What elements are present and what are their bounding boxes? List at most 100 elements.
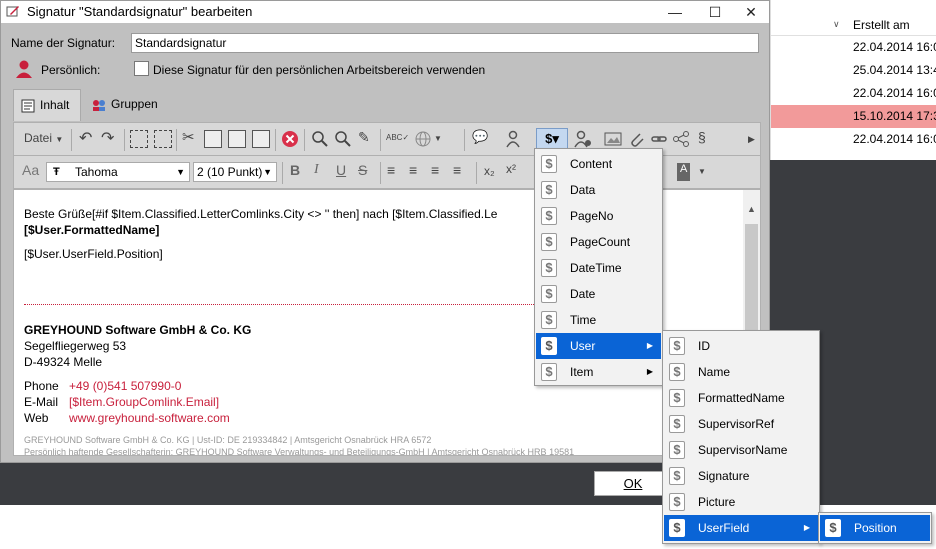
menu-item-time[interactable]: $ Time [536, 307, 661, 333]
chevron-down-icon: ▼ [176, 167, 185, 177]
menu-item-content[interactable]: $ Content [536, 151, 661, 177]
image-icon[interactable] [604, 130, 622, 148]
align-right-icon[interactable]: ≡ [431, 162, 439, 180]
undo-icon[interactable]: ↶ [79, 128, 92, 147]
link-icon[interactable] [650, 130, 668, 148]
menu-item-label: SupervisorRef [698, 417, 775, 431]
column-created[interactable]: Erstellt am [853, 18, 910, 32]
language-globe-icon[interactable] [414, 130, 432, 148]
personal-checkbox-label[interactable]: Diese Signatur für den persönlichen Arbe… [153, 63, 485, 77]
list-row[interactable]: 22.04.2014 16:04 [771, 36, 936, 59]
list-row-highlighted[interactable]: 15.10.2014 17:37 [771, 105, 936, 128]
maximize-button[interactable]: ☐ [695, 1, 735, 23]
person-icon[interactable] [504, 130, 522, 148]
file-menu[interactable]: Datei ▼ [24, 131, 63, 149]
font-size-icon[interactable]: Aa [22, 162, 39, 180]
paragraph-icon[interactable]: § [698, 129, 706, 147]
select-all-icon[interactable] [130, 130, 148, 148]
tab-inhalt[interactable]: Inhalt [13, 89, 81, 121]
align-center-icon[interactable]: ≡ [409, 162, 417, 180]
company-street: Segelfliegerweg 53 [24, 339, 127, 353]
menu-item-user[interactable]: $ User ▶ [536, 333, 661, 359]
menu-item-id[interactable]: $ ID [664, 333, 818, 359]
menu-item-label: PageCount [570, 235, 631, 249]
menu-item-label: Item [570, 365, 594, 379]
dollar-icon: $ [669, 519, 685, 537]
contact-info-icon[interactable] [574, 130, 592, 148]
web-link[interactable]: www.greyhound-software.com [69, 411, 230, 425]
format-brush-icon[interactable]: ✎ [358, 129, 370, 147]
minimize-button[interactable]: — [655, 1, 695, 23]
copy-icon[interactable] [204, 130, 222, 148]
list-header[interactable]: ∨ Erstellt am [771, 0, 936, 36]
strikethrough-icon[interactable]: S [358, 162, 367, 180]
ok-button[interactable]: OK [594, 471, 672, 496]
menu-item-formattedname[interactable]: $ FormattedName [664, 385, 818, 411]
justify-icon[interactable]: ≡ [453, 162, 461, 180]
signature-name-input[interactable]: Standardsignatur [131, 33, 759, 53]
italic-icon[interactable]: I [314, 162, 319, 180]
superscript-icon[interactable]: x² [506, 162, 516, 180]
menu-item-data[interactable]: $ Data [536, 177, 661, 203]
menu-item-date[interactable]: $ Date [536, 281, 661, 307]
tab-gruppen[interactable]: Gruppen [85, 89, 169, 121]
share-icon[interactable] [672, 130, 690, 148]
signature-edit-icon [6, 6, 19, 17]
speech-bubble-icon[interactable]: 💬 [472, 129, 488, 147]
font-size-select[interactable]: 2 (10 Punkt) ▼ [193, 162, 277, 182]
menu-item-label: Name [698, 365, 731, 379]
personal-label: Persönlich: [41, 63, 101, 77]
list-row[interactable]: 22.04.2014 16:04 [771, 128, 936, 151]
toolbar-divider [275, 129, 276, 151]
menu-item-label: Date [570, 287, 596, 301]
menu-item-datetime[interactable]: $ DateTime [536, 255, 661, 281]
tab-gruppen-label: Gruppen [111, 97, 158, 111]
title-bar[interactable]: Signatur "Standardsignatur" bearbeiten —… [1, 1, 769, 23]
list-row[interactable]: 25.04.2014 13:46 [771, 59, 936, 82]
menu-item-userfield[interactable]: $ UserField ▶ [664, 515, 818, 541]
window-title: Signatur "Standardsignatur" bearbeiten [27, 4, 253, 19]
email-value: [$Item.GroupComlink.Email] [69, 395, 220, 409]
menu-item-label: User [570, 339, 596, 353]
subscript-icon[interactable]: x₂ [484, 164, 495, 182]
list-row[interactable]: 22.04.2014 16:04 [771, 82, 936, 105]
menu-item-signature[interactable]: $ Signature [664, 463, 818, 489]
menu-item-position[interactable]: $ Position [820, 515, 930, 541]
font-family-select[interactable]: Ŧ Tahoma ▼ [46, 162, 190, 182]
placeholder-dollar-icon[interactable]: $▾ [536, 128, 568, 150]
cut-icon[interactable]: ✂ [182, 128, 195, 146]
paste-special-icon[interactable] [252, 130, 270, 148]
attachment-icon[interactable] [628, 130, 646, 148]
menu-item-pageno[interactable]: $ PageNo [536, 203, 661, 229]
menu-item-label: Content [570, 157, 613, 171]
chevron-down-icon: ▼ [55, 135, 64, 144]
chevron-down-icon[interactable]: ▼ [698, 167, 706, 185]
toolbar-overflow-icon[interactable]: ▶ [748, 134, 755, 152]
menu-item-name[interactable]: $ Name [664, 359, 818, 385]
menu-item-item[interactable]: $ Item ▶ [536, 359, 661, 385]
search-icon[interactable] [311, 130, 329, 148]
align-left-icon[interactable]: ≡ [387, 162, 395, 180]
menu-item-supervisorref[interactable]: $ SupervisorRef [664, 411, 818, 437]
menu-item-pagecount[interactable]: $ PageCount [536, 229, 661, 255]
legal-footer-line2: Persönlich haftende Gesellschafterin: GR… [24, 447, 575, 456]
find-replace-icon[interactable] [334, 130, 352, 148]
user-icon [16, 60, 32, 78]
toolbar-divider [464, 129, 465, 151]
menu-item-picture[interactable]: $ Picture [664, 489, 818, 515]
personal-checkbox[interactable] [134, 61, 149, 76]
paste-icon[interactable] [228, 130, 246, 148]
legal-footer-line1: GREYHOUND Software GmbH & Co. KG | Ust-I… [24, 435, 432, 445]
bold-icon[interactable]: B [290, 162, 300, 180]
redo-icon[interactable]: ↷ [101, 128, 114, 147]
delete-icon[interactable] [281, 130, 299, 148]
scroll-up-icon[interactable]: ▲ [747, 204, 756, 214]
select-icon[interactable] [154, 130, 172, 148]
close-button[interactable]: ✕ [731, 1, 771, 23]
spellcheck-icon[interactable]: ABC✓ [386, 133, 409, 151]
underline-icon[interactable]: U [336, 162, 346, 180]
menu-item-supervisorname[interactable]: $ SupervisorName [664, 437, 818, 463]
document-icon [21, 99, 35, 113]
highlight-color-icon[interactable]: A [677, 163, 691, 181]
chevron-down-icon[interactable]: ▼ [434, 134, 442, 152]
